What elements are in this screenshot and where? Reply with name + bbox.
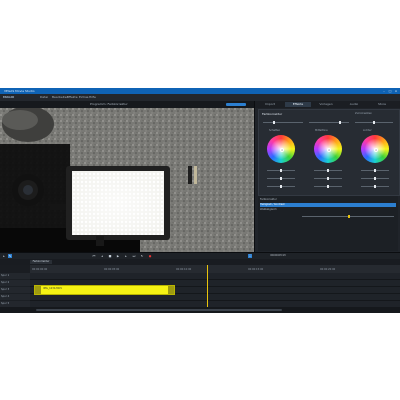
color-wheel-midtones[interactable]	[314, 135, 342, 163]
effect-list: Farbkorrektur Helligkeit / Kontrast Weiß…	[258, 196, 398, 251]
timecode-display: 00:00:03:13	[270, 254, 286, 257]
timeline-tab[interactable]: Farbkorrektur	[30, 260, 52, 264]
tab-store[interactable]: Store	[369, 102, 395, 107]
ruler-tick: 00:00:10:00	[176, 268, 192, 271]
video-clip[interactable]: IMG_1234.MOV	[34, 285, 175, 295]
strength-slider[interactable]	[355, 121, 393, 124]
effect-title: Farbkorrektur	[262, 112, 283, 116]
reset-button[interactable]: Zurücksetzen	[355, 112, 372, 115]
ruler-tick: 00:00:20:00	[320, 268, 336, 271]
midtones-sat-slider[interactable]	[314, 177, 342, 180]
tab-import[interactable]: Import	[257, 102, 283, 107]
ruler-tick: 00:00:05:00	[104, 268, 120, 271]
list-item-selected[interactable]: Helligkeit / Kontrast	[260, 203, 396, 207]
monitor-toggle[interactable]	[226, 103, 246, 106]
brand-logo: MAGIX	[3, 95, 15, 99]
highlights-level-slider[interactable]	[361, 169, 389, 172]
skip-start-icon[interactable]: ⏮	[92, 254, 96, 258]
menu-edit[interactable]: Bearbeiten	[52, 95, 68, 100]
close-icon[interactable]: ×	[394, 89, 398, 93]
midtones-contrast-slider[interactable]	[314, 185, 342, 188]
preview-caption: Programm: Farbkorrektur	[90, 102, 128, 106]
preset-slider[interactable]	[263, 121, 303, 124]
track-header[interactable]: Spur 4	[0, 294, 30, 300]
highlights-sat-slider[interactable]	[361, 177, 389, 180]
track-header[interactable]: Spur 3	[0, 287, 30, 293]
mouse-mode-icon[interactable]: ▸	[2, 254, 6, 258]
ruler-tick: 00:00:00:00	[32, 268, 48, 271]
fullscreen-icon[interactable]: ⛶	[248, 254, 252, 258]
menu-file[interactable]: Datei	[40, 95, 48, 100]
highlights-contrast-slider[interactable]	[361, 185, 389, 188]
track-lane[interactable]	[30, 294, 400, 301]
stop-icon[interactable]: ■	[108, 254, 112, 258]
ruler-tick: 00:00:15:00	[248, 268, 264, 271]
list-item[interactable]: Weißabgleich	[260, 208, 396, 212]
tab-templates[interactable]: Vorlagen	[313, 102, 339, 107]
shadows-sat-slider[interactable]	[267, 177, 295, 180]
midtones-level-slider[interactable]	[314, 169, 342, 172]
next-frame-icon[interactable]: ▸	[124, 254, 128, 258]
keyframe-track[interactable]	[302, 215, 394, 218]
track-lane[interactable]	[30, 273, 400, 280]
shadows-contrast-slider[interactable]	[267, 185, 295, 188]
clip-start-handle[interactable]	[35, 286, 41, 294]
wheel-label-midtones: Mitteltöne	[315, 129, 328, 132]
track-header[interactable]: Spur 1	[0, 273, 30, 279]
menu-help[interactable]: Hilfe	[89, 95, 96, 100]
preview-frame	[0, 108, 254, 252]
previous-frame-icon[interactable]: ◂	[100, 254, 104, 258]
wheel-label-highlights: Lichter	[363, 129, 372, 132]
video-editor-window: VEGAS Movie Studio – □ × MAGIX Datei Bea…	[0, 88, 400, 313]
list-item[interactable]: Farbkorrektur	[260, 198, 396, 202]
color-correction-panel: Farbkorrektur Zurücksetzen Schatten Mitt…	[258, 109, 400, 196]
menu-bar: MAGIX Datei Bearbeiten Effekte Extras Hi…	[0, 94, 400, 101]
menu-effects[interactable]: Effekte	[67, 95, 78, 100]
timeline-ruler[interactable]: 00:00:00:00 00:00:05:00 00:00:10:00 00:0…	[30, 265, 400, 273]
video-preview[interactable]	[0, 108, 254, 252]
wheel-label-shadows: Schatten	[269, 129, 281, 132]
color-wheel-shadows[interactable]	[267, 135, 295, 163]
effects-panel: Import Effekte Vorlagen Audio Store Farb…	[254, 101, 400, 252]
playhead-line[interactable]	[207, 265, 208, 307]
loop-icon[interactable]: ↻	[140, 254, 144, 258]
status-bar	[0, 307, 400, 313]
mode-slider[interactable]	[309, 121, 349, 124]
clip-label: IMG_1234.MOV	[43, 287, 63, 290]
skip-end-icon[interactable]: ⏭	[132, 254, 136, 258]
maximize-icon[interactable]: □	[388, 89, 392, 93]
timeline-scrollbar[interactable]	[36, 309, 282, 311]
play-icon[interactable]: ▶	[116, 254, 120, 258]
clip-end-handle[interactable]	[168, 286, 174, 294]
shadows-level-slider[interactable]	[267, 169, 295, 172]
track-header[interactable]: Spur 2	[0, 280, 30, 286]
menu-tools[interactable]: Extras	[79, 95, 88, 100]
panel-tabs: Import Effekte Vorlagen Audio Store	[255, 101, 400, 108]
tab-effects[interactable]: Effekte	[285, 102, 311, 107]
color-wheel-highlights[interactable]	[361, 135, 389, 163]
minimize-icon[interactable]: –	[382, 89, 386, 93]
edit-mode-icon[interactable]: ✎	[8, 254, 12, 258]
tab-audio[interactable]: Audio	[341, 102, 367, 107]
record-icon[interactable]: ●	[148, 254, 152, 258]
